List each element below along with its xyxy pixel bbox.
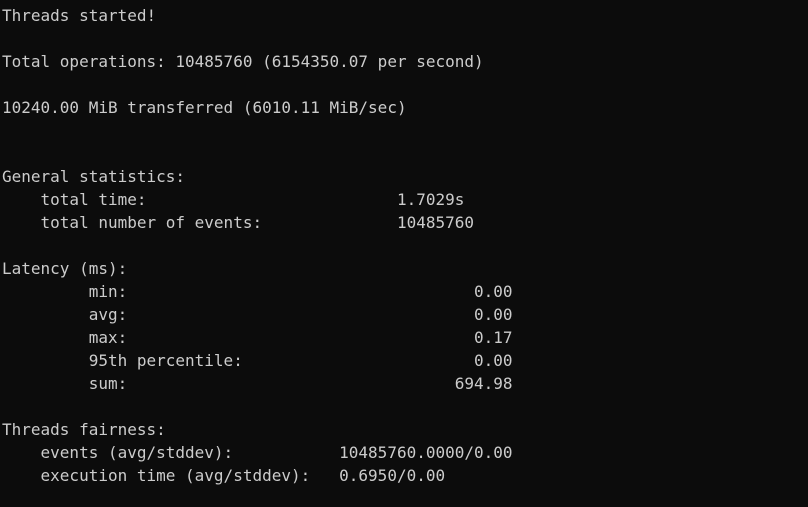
terminal-line: Threads fairness:: [2, 420, 166, 439]
terminal-line: 10240.00 MiB transferred (6010.11 MiB/se…: [2, 98, 407, 117]
terminal-line: execution time (avg/stddev): 0.6950/0.00: [2, 466, 446, 485]
terminal-line: 95th percentile: 0.00: [2, 351, 513, 370]
terminal-line: General statistics:: [2, 167, 186, 186]
terminal-line: min: 0.00: [2, 282, 513, 301]
terminal-line: events (avg/stddev): 10485760.0000/0.00: [2, 443, 513, 462]
terminal-line: total time: 1.7029s: [2, 190, 465, 209]
terminal-line: avg: 0.00: [2, 305, 513, 324]
terminal-line: Latency (ms):: [2, 259, 128, 278]
terminal-line: total number of events: 10485760: [2, 213, 475, 232]
terminal-line: sum: 694.98: [2, 374, 513, 393]
terminal-line: Total operations: 10485760 (6154350.07 p…: [2, 52, 484, 71]
terminal-output[interactable]: Threads started! Total operations: 10485…: [0, 0, 808, 507]
terminal-line: max: 0.17: [2, 328, 513, 347]
terminal-line: Threads started!: [2, 6, 157, 25]
